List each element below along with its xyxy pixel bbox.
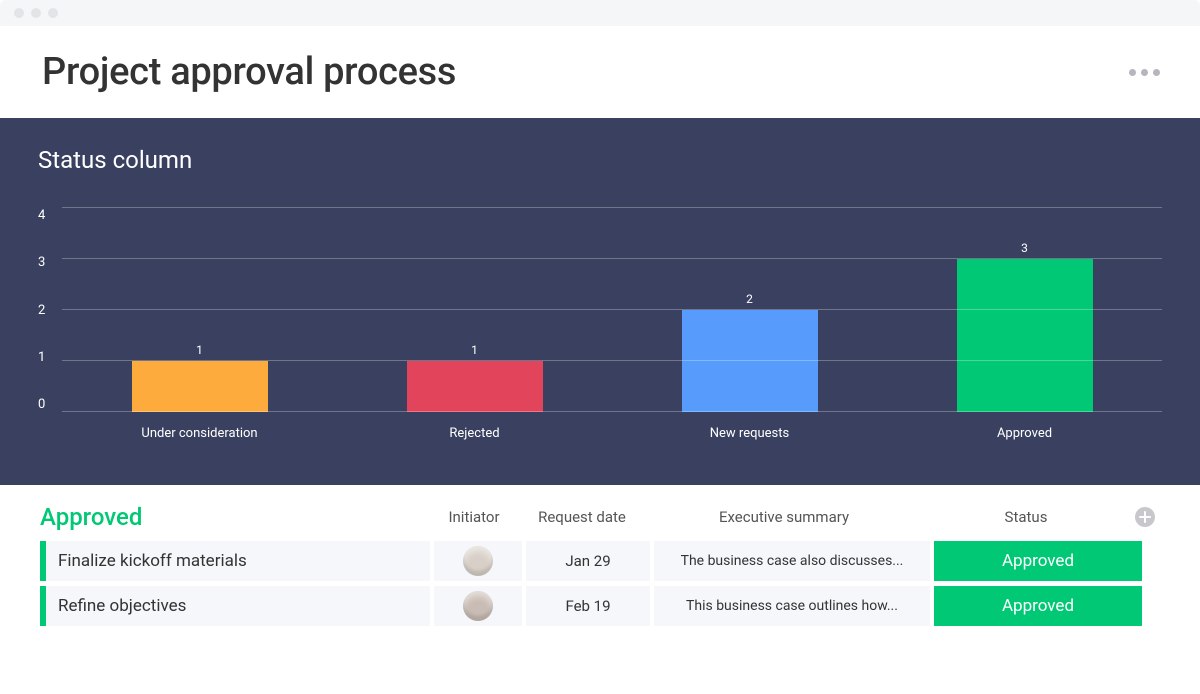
gridline [62, 207, 1162, 208]
traffic-light-close[interactable] [14, 8, 24, 18]
chart-y-axis: 4 3 2 1 0 [38, 208, 62, 412]
ellipsis-icon [1141, 69, 1148, 76]
y-tick-label: 0 [38, 397, 62, 412]
table-row[interactable]: Finalize kickoff materials Jan 29The busi… [40, 541, 1160, 581]
chart-plot-area: 4 3 2 1 0 1 1 2 3 [38, 208, 1162, 412]
traffic-light-maximize[interactable] [48, 8, 58, 18]
chart-widget: Status column 4 3 2 1 0 1 1 2 3 Under considera… [0, 118, 1200, 485]
status-cell[interactable]: Approved [934, 541, 1142, 581]
chart-bar-approved[interactable]: 3 [887, 241, 1162, 412]
column-header-status[interactable]: Status [922, 508, 1130, 526]
column-header-request-date[interactable]: Request date [518, 508, 646, 526]
y-tick-label: 1 [38, 350, 62, 365]
chart-title: Status column [38, 146, 1162, 174]
bar-rect [682, 310, 818, 412]
y-tick-label: 2 [38, 303, 62, 318]
traffic-light-minimize[interactable] [31, 8, 41, 18]
x-tick-label: Under consideration [62, 426, 337, 441]
window-chrome [0, 0, 1200, 26]
bar-rect [957, 259, 1093, 412]
gridline [62, 309, 1162, 310]
request-date-cell[interactable]: Feb 19 [526, 586, 650, 626]
gridline [62, 258, 1162, 259]
plus-icon [1135, 507, 1155, 527]
avatar [463, 591, 493, 621]
gridline [62, 411, 1162, 412]
x-tick-label: New requests [612, 426, 887, 441]
add-column-button[interactable] [1130, 507, 1160, 527]
bar-rect [132, 361, 268, 412]
table-section: Approved Initiator Request date Executiv… [0, 485, 1200, 626]
avatar [463, 546, 493, 576]
x-tick-label: Rejected [337, 426, 612, 441]
table-header-row: Approved Initiator Request date Executiv… [40, 503, 1160, 531]
page-title: Project approval process [42, 50, 456, 94]
y-tick-label: 4 [38, 208, 62, 223]
bar-value-label: 1 [471, 343, 478, 357]
column-header-initiator[interactable]: Initiator [430, 508, 518, 526]
column-header-executive-summary[interactable]: Executive summary [646, 508, 922, 526]
chart-x-axis: Under considerationRejectedNew requestsA… [62, 426, 1162, 441]
initiator-cell[interactable] [434, 541, 522, 581]
request-date-cell[interactable]: Jan 29 [526, 541, 650, 581]
chart-bar-new-requests[interactable]: 2 [612, 292, 887, 412]
bar-value-label: 2 [746, 292, 753, 306]
x-tick-label: Approved [887, 426, 1162, 441]
executive-summary-cell[interactable]: The business case also discusses... [654, 541, 930, 581]
executive-summary-cell[interactable]: This business case outlines how... [654, 586, 930, 626]
initiator-cell[interactable] [434, 586, 522, 626]
more-options-button[interactable] [1129, 69, 1160, 76]
y-tick-label: 3 [38, 255, 62, 270]
ellipsis-icon [1153, 69, 1160, 76]
chart-bar-under-consideration[interactable]: 1 [62, 343, 337, 412]
gridline [62, 360, 1162, 361]
page-header: Project approval process [0, 26, 1200, 118]
status-cell[interactable]: Approved [934, 586, 1142, 626]
task-name-cell[interactable]: Finalize kickoff materials [46, 541, 430, 581]
bar-rect [407, 361, 543, 412]
bar-value-label: 1 [196, 343, 203, 357]
chart-bar-rejected[interactable]: 1 [337, 343, 612, 412]
table-row[interactable]: Refine objectives Feb 19This business cas… [40, 586, 1160, 626]
group-title[interactable]: Approved [40, 503, 430, 531]
bar-value-label: 3 [1021, 241, 1028, 255]
ellipsis-icon [1129, 69, 1136, 76]
chart-plot: 1 1 2 3 [62, 208, 1162, 412]
task-name-cell[interactable]: Refine objectives [46, 586, 430, 626]
